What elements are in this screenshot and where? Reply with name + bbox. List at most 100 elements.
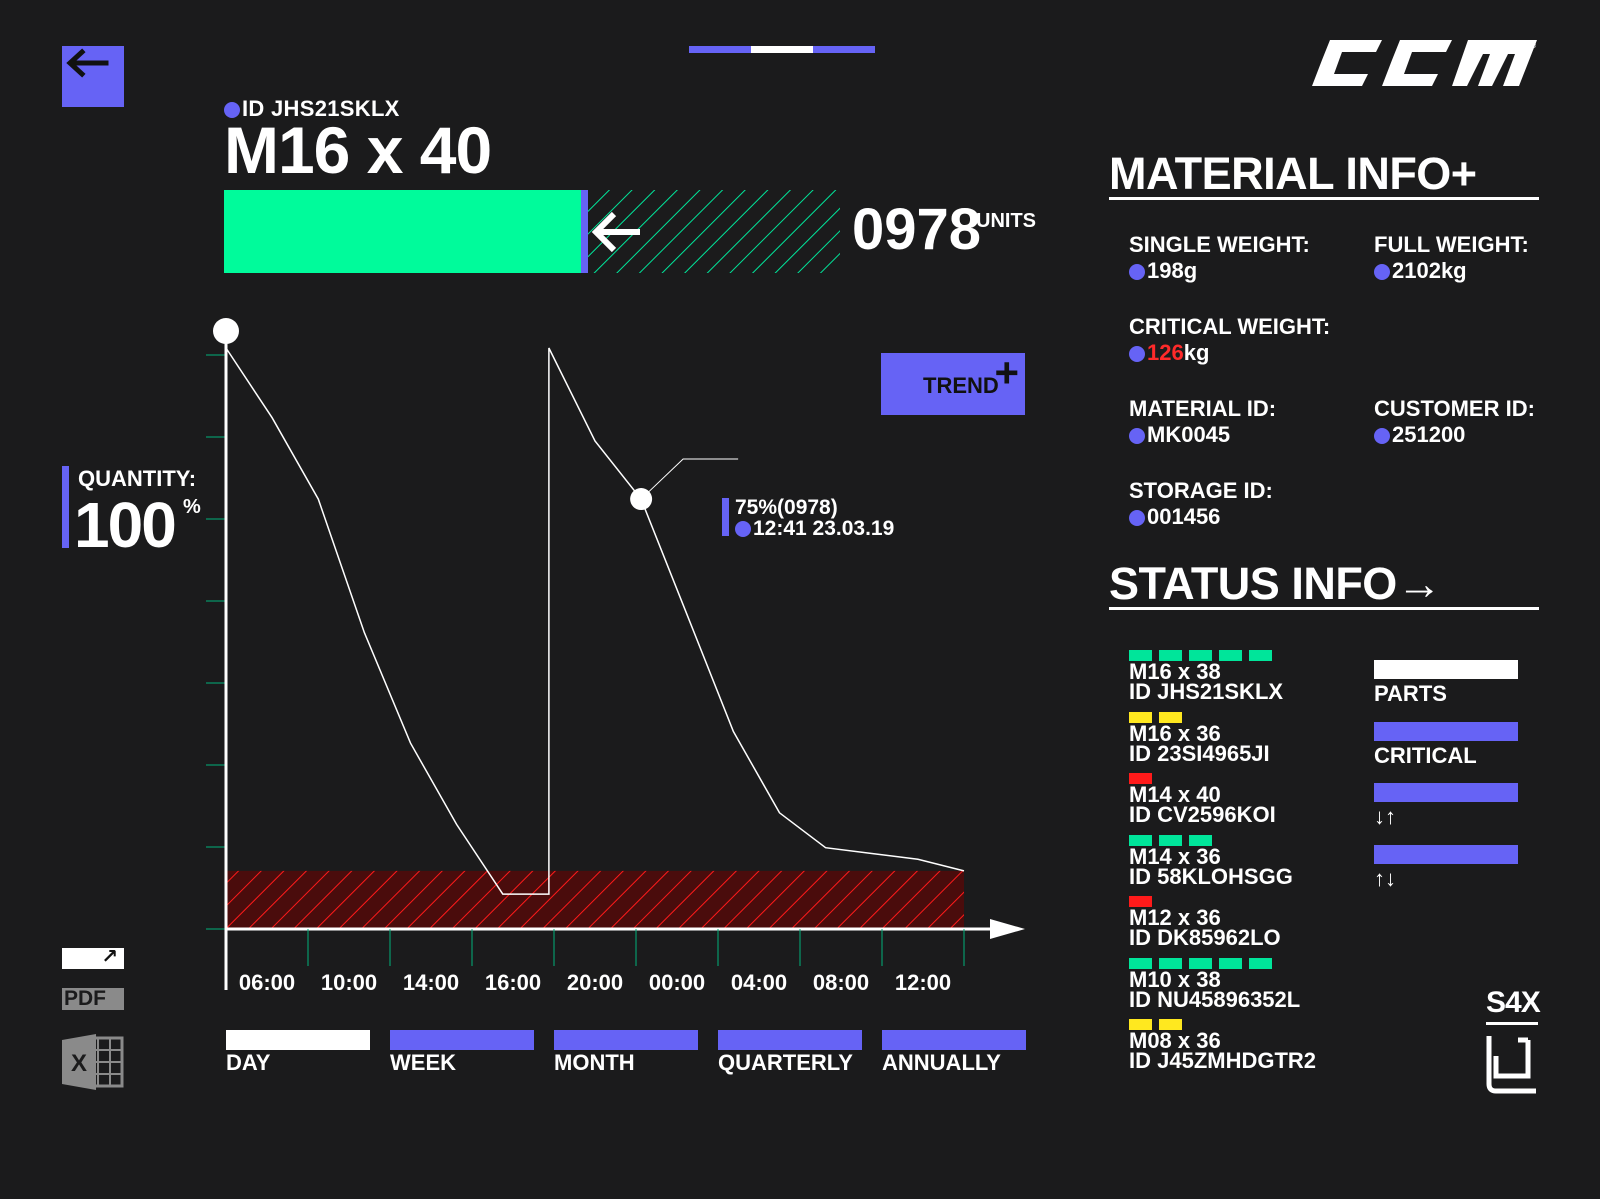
customer-id-label: CUSTOMER ID: xyxy=(1374,396,1535,421)
full-weight-text: 2102kg xyxy=(1392,258,1467,283)
period-tab-month[interactable] xyxy=(554,1030,698,1050)
quantity-unit: % xyxy=(183,496,201,518)
material-info-title: MATERIAL INFO+ xyxy=(1109,148,1477,199)
highlight-point[interactable] xyxy=(630,488,653,511)
x-tick-label: 10:00 xyxy=(321,970,377,995)
x-tick-label: 16:00 xyxy=(485,970,541,995)
status-item-id: ID 58KLOHSGG xyxy=(1129,863,1293,889)
status-item-id: ID DK85962LO xyxy=(1129,925,1281,950)
storage-id-text: 001456 xyxy=(1147,504,1221,529)
pdf-export-button[interactable]: PDF xyxy=(62,987,124,1010)
status-level-segment xyxy=(1219,957,1242,969)
back-button[interactable] xyxy=(62,46,124,107)
legend-label: PARTS xyxy=(1374,681,1447,706)
status-level-segment xyxy=(1219,650,1242,661)
bullet-icon xyxy=(1374,428,1390,444)
x-tick-label: 08:00 xyxy=(813,970,869,995)
legend-label: CRITICAL xyxy=(1374,742,1477,768)
svg-text:®: ® xyxy=(1531,42,1537,50)
bullet-icon xyxy=(1129,428,1145,444)
period-label: DAY xyxy=(226,1050,271,1075)
legend-swatch[interactable] xyxy=(1374,783,1518,802)
status-level-segment xyxy=(1249,957,1272,969)
legend-swatch[interactable] xyxy=(1374,721,1518,741)
single-weight-text: 198g xyxy=(1147,258,1198,283)
customer-id: CUSTOMER ID: 251200 xyxy=(1374,396,1535,448)
divider xyxy=(1109,607,1539,610)
excel-export-button[interactable]: X xyxy=(62,1032,124,1092)
storage-id: STORAGE ID: 001456 xyxy=(1129,478,1273,530)
brand-mark-icon xyxy=(1486,1036,1536,1094)
storage-id-value: 001456 xyxy=(1129,504,1273,530)
material-id-text: MK0045 xyxy=(1147,422,1231,447)
material-id: MATERIAL ID: MK0045 xyxy=(1129,396,1276,448)
bullet-icon xyxy=(1129,264,1145,280)
single-weight-label: SINGLE WEIGHT: xyxy=(1129,232,1310,257)
x-tick-label: 06:00 xyxy=(239,970,295,995)
export-link-button[interactable]: ↗ xyxy=(62,946,124,969)
material-id-field-label: MATERIAL ID: xyxy=(1129,396,1277,421)
period-label: WEEK xyxy=(390,1050,456,1075)
status-info-title: STATUS INFO→ xyxy=(1109,558,1442,609)
x-tick-label: 12:00 xyxy=(895,970,951,995)
full-weight-value: 2102kg xyxy=(1374,258,1529,284)
external-link-icon: ↗ xyxy=(101,946,118,968)
customer-id-value: 251200 xyxy=(1374,422,1535,448)
tooltip-time: 12:41 23.03.19 xyxy=(735,517,894,541)
critical-weight-label: CRITICAL WEIGHT: xyxy=(1129,314,1331,339)
page-dot-3[interactable] xyxy=(813,46,875,53)
period-tab-annually[interactable] xyxy=(882,1030,1026,1050)
period-label: ANNUALLY xyxy=(882,1050,1001,1075)
bullet-icon xyxy=(1129,346,1145,362)
bullet-icon xyxy=(1129,510,1145,526)
x-axis-arrow-icon xyxy=(990,919,1025,939)
start-point xyxy=(213,318,239,344)
status-item-id: ID NU45896352L xyxy=(1129,986,1301,1012)
period-label: QUARTERLY xyxy=(718,1050,853,1075)
trend-button[interactable]: TREND + xyxy=(881,349,1025,415)
trend-label: TREND xyxy=(923,373,999,398)
page-dot-2[interactable] xyxy=(751,46,813,53)
critical-weight-unit: kg xyxy=(1183,340,1210,365)
legend-label: ↑↓ xyxy=(1374,865,1396,891)
full-weight: FULL WEIGHT: 2102kg xyxy=(1374,232,1529,284)
critical-weight-number: 126 xyxy=(1147,340,1184,365)
ccm-logo: ® xyxy=(1312,40,1537,86)
page-dot-1[interactable] xyxy=(689,46,751,53)
x-tick-label: 14:00 xyxy=(403,970,459,995)
period-tab-quarterly[interactable] xyxy=(718,1030,862,1050)
stock-progress-bar xyxy=(224,190,840,273)
excel-icon: X xyxy=(62,1034,124,1090)
quantity-line xyxy=(225,347,965,895)
legend-swatch[interactable] xyxy=(1374,660,1518,679)
x-tick-label: 04:00 xyxy=(731,970,787,995)
legend-label: ↓↑ xyxy=(1374,804,1396,829)
critical-weight-value: 126kg xyxy=(1129,340,1330,366)
tooltip-accent-bar xyxy=(722,498,729,536)
progress-marker xyxy=(581,190,588,273)
single-weight: SINGLE WEIGHT: 198g xyxy=(1129,232,1310,284)
x-tick-label: 00:00 xyxy=(649,970,705,995)
legend-swatch[interactable] xyxy=(1374,844,1518,864)
critical-zone xyxy=(226,870,964,929)
progress-fill xyxy=(224,190,581,273)
brand-code: S4X xyxy=(1486,986,1541,1019)
divider xyxy=(1486,1022,1538,1025)
quantity-accent-bar xyxy=(62,466,69,548)
pdf-label: PDF xyxy=(64,987,106,1010)
plus-icon: + xyxy=(994,349,1019,396)
single-weight-value: 198g xyxy=(1129,258,1310,284)
status-item-id: ID 23SI4965JI xyxy=(1129,740,1270,766)
period-tab-day[interactable] xyxy=(226,1030,370,1050)
quantity-value: 100 xyxy=(74,489,177,561)
period-label: MONTH xyxy=(554,1050,635,1075)
status-level-segment xyxy=(1249,650,1272,661)
units-label: UNITS xyxy=(976,210,1036,232)
arrow-left-icon xyxy=(66,48,109,78)
material-id-value: MK0045 xyxy=(1129,422,1276,448)
status-item-id: ID JHS21SKLX xyxy=(1129,679,1284,704)
x-tick-label: 20:00 xyxy=(567,970,623,995)
period-tab-week[interactable] xyxy=(390,1030,534,1050)
status-item-id: ID J45ZMHDGTR2 xyxy=(1129,1048,1317,1073)
tooltip-time-text: 12:41 23.03.19 xyxy=(753,517,895,540)
